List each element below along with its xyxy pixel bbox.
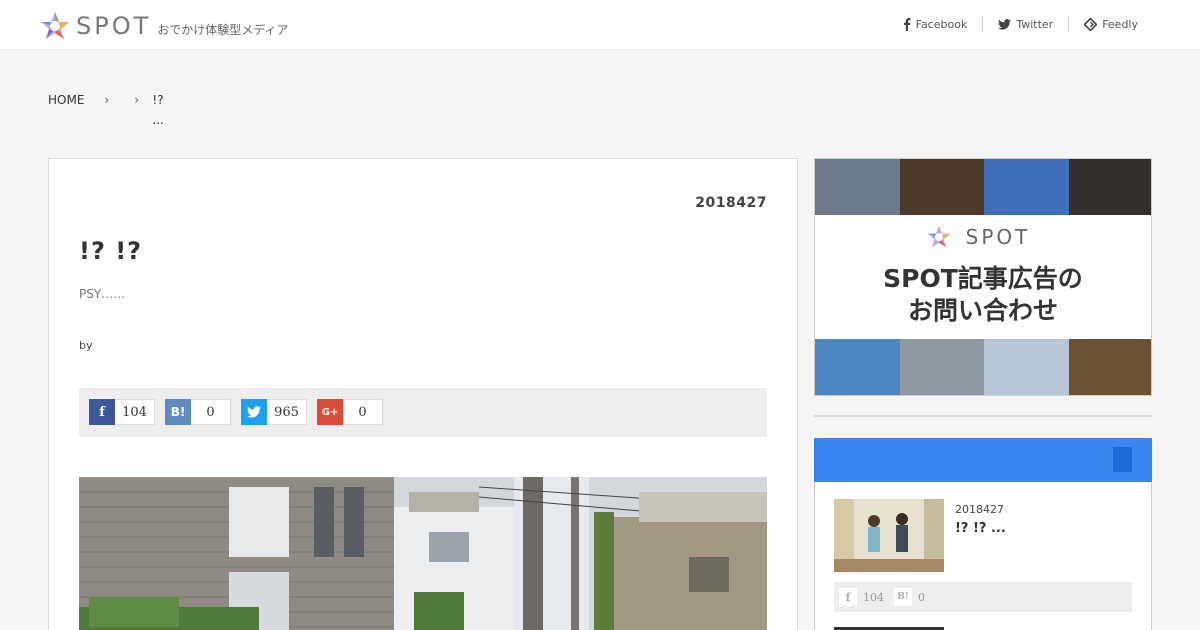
ad-banner[interactable]: SPOT SPOT記事広告の お問い合わせ bbox=[814, 158, 1152, 396]
hatena-bookmark-icon: B! bbox=[165, 399, 191, 425]
ad-photo-strip-bottom bbox=[815, 339, 1151, 395]
breadcrumb-current-line2: ... bbox=[152, 113, 164, 127]
ranking-item-date: 2018427 bbox=[955, 503, 1004, 516]
facebook-link[interactable]: Facebook bbox=[888, 17, 984, 31]
ranking-widget: 2018427 !? !? ... f 104 B! 0 bbox=[814, 438, 1152, 630]
street-scene-photo bbox=[79, 477, 767, 630]
ad-photo-strip-top bbox=[815, 159, 1151, 215]
ranking-header bbox=[814, 438, 1152, 482]
article-date: 2018427 bbox=[695, 195, 767, 211]
breadcrumb: HOME › › !? ... bbox=[48, 93, 172, 130]
article-excerpt: PSY…… bbox=[79, 287, 126, 301]
ad-headline-line2: お問い合わせ bbox=[907, 296, 1058, 325]
googleplus-icon: G+ bbox=[317, 399, 343, 425]
ranking-badge bbox=[1113, 447, 1132, 472]
ranking-item-share-bar: f 104 B! 0 bbox=[834, 582, 1132, 612]
ranking-facebook-count: 104 bbox=[863, 590, 884, 604]
article-hero-image bbox=[79, 477, 767, 630]
article-byline: by bbox=[79, 339, 93, 352]
hatena-share-count: 0 bbox=[191, 399, 231, 425]
ad-logo-text: SPOT bbox=[965, 225, 1031, 249]
article-title: !? !? bbox=[79, 237, 143, 265]
hatena-share-button[interactable]: B! 0 bbox=[165, 399, 231, 425]
share-bar: f 104 B! 0 965 G+ 0 bbox=[79, 388, 767, 437]
breadcrumb-current-line1: !? bbox=[152, 93, 164, 107]
facebook-share-count: 104 bbox=[115, 399, 155, 425]
ranking-item-thumbnail[interactable] bbox=[834, 499, 944, 572]
facebook-share-icon: f bbox=[89, 399, 115, 425]
site-logo[interactable]: SPOT おでかけ体験型メディア bbox=[40, 10, 288, 42]
ranking-hatena-count: 0 bbox=[918, 590, 925, 604]
feedly-label: Feedly bbox=[1102, 17, 1138, 31]
twitter-share-count: 965 bbox=[267, 399, 307, 425]
twitter-link[interactable]: Twitter bbox=[983, 17, 1070, 31]
twitter-label: Twitter bbox=[1016, 17, 1054, 31]
twitter-icon bbox=[998, 18, 1012, 30]
hatena-bookmark-icon[interactable]: B! bbox=[894, 588, 912, 606]
breadcrumb-current: !? ... bbox=[152, 90, 172, 130]
facebook-label: Facebook bbox=[915, 17, 968, 31]
facebook-icon[interactable]: f bbox=[839, 588, 857, 606]
feedly-icon bbox=[1084, 17, 1098, 31]
twitter-share-icon bbox=[241, 399, 267, 425]
facebook-share-button[interactable]: f 104 bbox=[89, 399, 155, 425]
ranking-item-title[interactable]: !? !? ... bbox=[955, 521, 1006, 536]
googleplus-share-button[interactable]: G+ 0 bbox=[317, 399, 383, 425]
site-header: SPOT おでかけ体験型メディア Facebook Twitter Feedly bbox=[0, 0, 1200, 50]
yoga-photo bbox=[834, 499, 944, 572]
article-card: 2018427 !? !? PSY…… by f 104 B! 0 965 G+… bbox=[48, 158, 798, 630]
breadcrumb-home[interactable]: HOME bbox=[48, 93, 84, 130]
feedly-link[interactable]: Feedly bbox=[1069, 17, 1150, 31]
logo-text: SPOT bbox=[76, 12, 152, 40]
googleplus-share-count: 0 bbox=[343, 399, 383, 425]
facebook-icon bbox=[903, 17, 911, 31]
site-tagline: おでかけ体験型メディア bbox=[157, 22, 289, 37]
chevron-right-icon: › bbox=[104, 93, 110, 107]
spot-star-logo-icon bbox=[41, 12, 69, 39]
chevron-right-icon: › bbox=[134, 93, 140, 107]
ad-headline-line1: SPOT記事広告の bbox=[883, 264, 1083, 293]
social-nav: Facebook Twitter Feedly bbox=[888, 17, 1150, 31]
twitter-share-button[interactable]: 965 bbox=[241, 399, 307, 425]
sidebar-divider bbox=[814, 415, 1152, 417]
